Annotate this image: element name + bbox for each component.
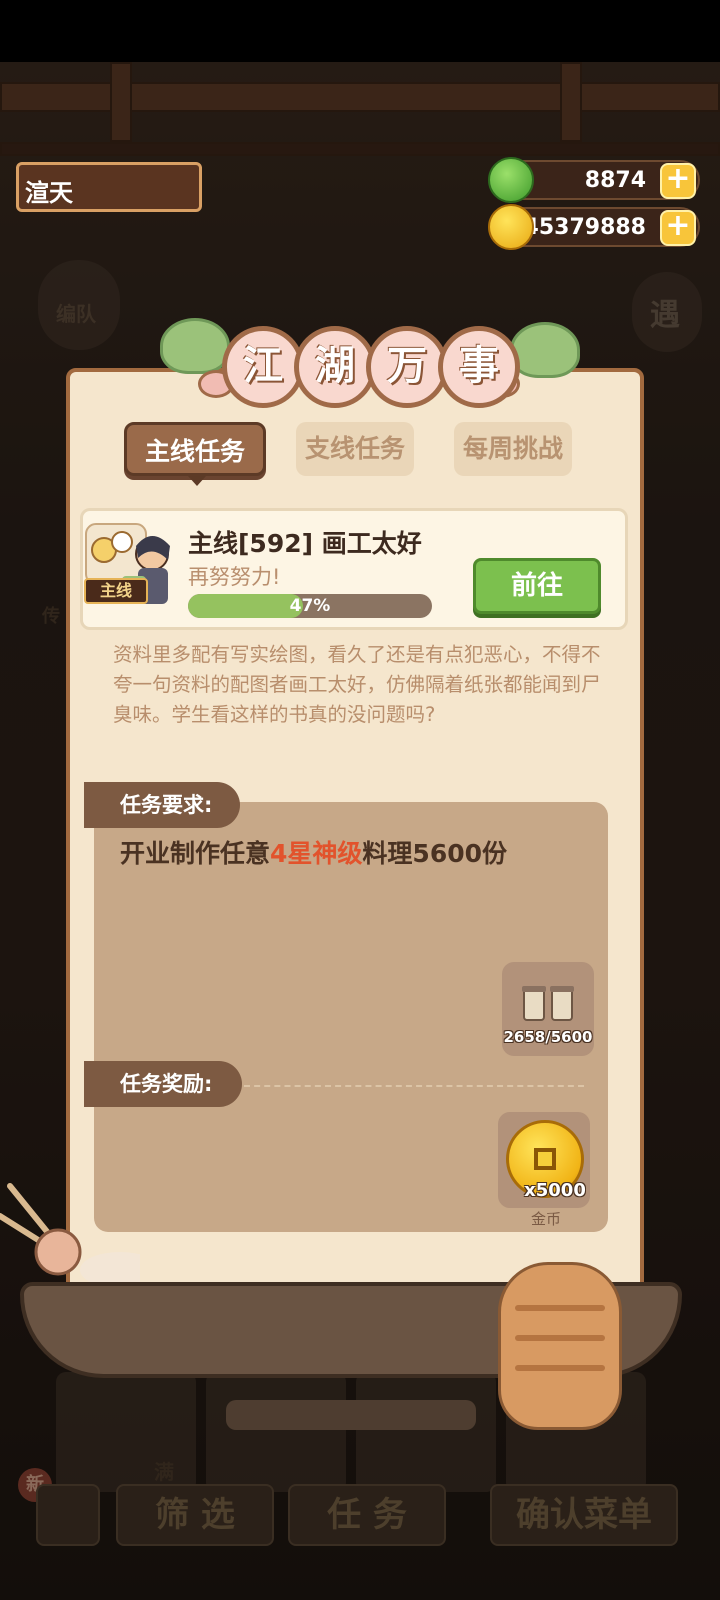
tab-weekly-challenge[interactable]: 每周挑战 <box>454 422 572 476</box>
quest-progress-label: 47% <box>289 596 331 616</box>
requirement-text-highlight: 4星神级 <box>270 839 363 868</box>
title-char: 万 <box>366 326 448 408</box>
reward-amount: x5000 <box>524 1180 586 1201</box>
quest-description: 资料里多配有写实绘图，看久了还是有点犯恶心，不得不夸一句资料的配图者画工太好，仿… <box>113 643 601 726</box>
coin-icon <box>488 204 534 250</box>
jade-resource-bar: 8874 + <box>488 157 700 203</box>
panel-title: 江 湖 万 事 <box>160 318 580 408</box>
active-tab-indicator <box>188 476 206 486</box>
title-char: 江 <box>222 326 304 408</box>
quest-tabs: 主线任务 支线任务 每周挑战 <box>124 422 584 478</box>
add-jade-button[interactable]: + <box>660 163 696 199</box>
go-button[interactable]: 前往 <box>473 558 601 614</box>
title-char: 事 <box>438 326 520 408</box>
requirement-item-count: 2658/5600 <box>503 1028 593 1046</box>
requirement-text-prefix: 开业制作任意 <box>120 839 271 868</box>
add-gold-button[interactable]: + <box>660 210 696 246</box>
leaf-decoration <box>510 322 580 378</box>
cat-mascot <box>498 1262 622 1430</box>
requirement-text: 开业制作任意4星神级料理5600份 <box>120 834 507 870</box>
title-char: 湖 <box>294 326 376 408</box>
reward-label: 任务奖励: <box>84 1061 242 1107</box>
filter-button[interactable]: 筛 选 <box>116 1484 274 1546</box>
jade-value: 8874 <box>584 167 646 193</box>
player-name[interactable]: 渲天 <box>16 162 202 212</box>
task-button[interactable]: 任 务 <box>288 1484 446 1546</box>
confirm-menu-button[interactable]: 确认菜单 <box>490 1484 678 1546</box>
leaf-decoration <box>160 318 230 374</box>
quest-title: 主线[592] 画工太好 <box>188 529 422 558</box>
jade-icon <box>488 157 534 203</box>
tab-main-quest[interactable]: 主线任务 <box>124 422 266 476</box>
pan-icon[interactable] <box>36 1484 100 1546</box>
quest-progress-bar: 47% <box>188 594 432 618</box>
requirement-label: 任务要求: <box>84 782 240 828</box>
skewer-decoration <box>0 1183 140 1288</box>
bowl-base <box>226 1400 476 1430</box>
reward-name: 金币 <box>530 1210 561 1228</box>
divider <box>244 1085 584 1087</box>
requirement-text-suffix: 料理5600份 <box>362 839 508 868</box>
main-quest-badge: 主线 <box>84 578 148 604</box>
requirement-item-slot[interactable]: 2658/5600 <box>502 962 594 1056</box>
gold-value: 45379888 <box>523 214 646 240</box>
scroll-icon <box>522 986 574 1021</box>
gold-resource-bar: 45379888 + <box>488 204 700 250</box>
tab-side-quest[interactable]: 支线任务 <box>296 422 414 476</box>
quest-subtitle: 再努努力! <box>188 565 281 589</box>
